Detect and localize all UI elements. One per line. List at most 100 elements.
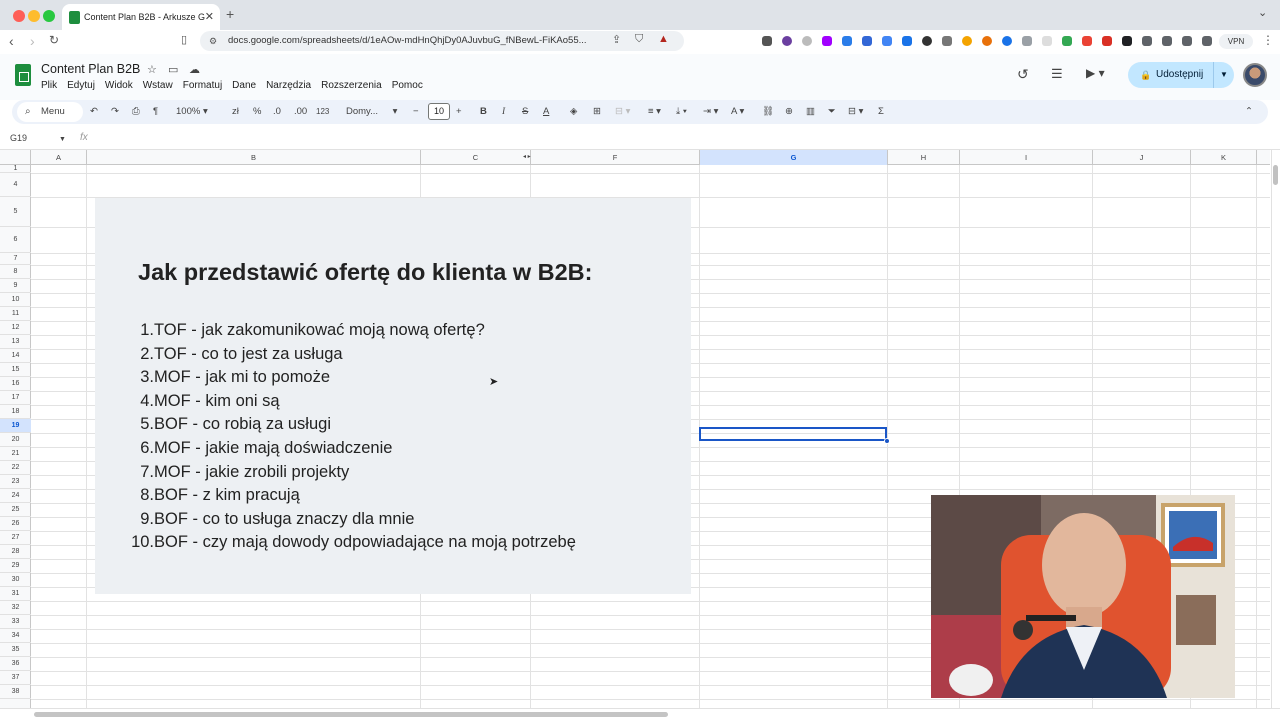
- row-header-23[interactable]: 23: [0, 475, 31, 489]
- extension-icon[interactable]: [1122, 36, 1132, 46]
- extension-icon[interactable]: [962, 36, 972, 46]
- extension-icon[interactable]: [802, 36, 812, 46]
- side-panel-icon[interactable]: [1182, 36, 1192, 46]
- menu-file[interactable]: Plik: [41, 80, 57, 91]
- vertical-align-icon[interactable]: ⤓ ▾: [676, 104, 687, 120]
- menu-tools[interactable]: Narzędzia: [266, 80, 311, 91]
- vertical-scrollbar[interactable]: [1271, 150, 1280, 710]
- row-header-21[interactable]: 21: [0, 447, 31, 461]
- decrease-decimal-button[interactable]: .0: [273, 104, 281, 120]
- row-header-36[interactable]: 36: [0, 657, 31, 671]
- font-select[interactable]: Domy... ▾: [346, 104, 397, 120]
- redo-icon[interactable]: ↷: [111, 104, 119, 120]
- browser-tab[interactable]: Content Plan B2B - Arkusze G ✕: [62, 4, 220, 30]
- zoom-select[interactable]: 100% ▾: [176, 104, 208, 120]
- sheets-logo-icon[interactable]: [15, 64, 31, 86]
- print-icon[interactable]: ⎙: [132, 104, 140, 120]
- row-header-14[interactable]: 14: [0, 349, 31, 363]
- vpn-button[interactable]: VPN: [1219, 34, 1253, 49]
- vertical-scroll-thumb[interactable]: [1273, 165, 1278, 185]
- extension-icon[interactable]: [822, 36, 832, 46]
- insert-comment-icon[interactable]: ⊕: [785, 104, 793, 120]
- extension-icon[interactable]: [1042, 36, 1052, 46]
- hidden-columns-arrows-icon[interactable]: ◂ ▸: [523, 150, 531, 165]
- collapse-toolbar-icon[interactable]: ⌃: [1245, 104, 1253, 120]
- bold-button[interactable]: B: [480, 104, 487, 120]
- row-header-4[interactable]: 4: [0, 173, 31, 197]
- italic-button[interactable]: I: [502, 104, 505, 120]
- text-wrap-icon[interactable]: ⇥ ▾: [703, 104, 718, 120]
- text-color-button[interactable]: A: [543, 104, 549, 120]
- extension-icon[interactable]: [1202, 36, 1212, 46]
- row-header-35[interactable]: 35: [0, 643, 31, 657]
- extension-icon[interactable]: [782, 36, 792, 46]
- history-icon[interactable]: ↺: [1017, 66, 1029, 83]
- new-tab-icon[interactable]: +: [226, 6, 234, 22]
- row-header-1[interactable]: 1: [0, 165, 31, 173]
- share-dropdown-icon[interactable]: ▼: [1213, 62, 1234, 88]
- row-header-32[interactable]: 32: [0, 601, 31, 615]
- extensions-puzzle-icon[interactable]: [1142, 36, 1152, 46]
- row-header-10[interactable]: 10: [0, 293, 31, 307]
- bookmark-icon[interactable]: ▯: [181, 33, 187, 46]
- row-header-11[interactable]: 11: [0, 307, 31, 321]
- row-header-33[interactable]: 33: [0, 615, 31, 629]
- avatar[interactable]: [1243, 63, 1267, 87]
- extension-icon[interactable]: [922, 36, 932, 46]
- row-header-38[interactable]: 38: [0, 685, 31, 699]
- row-header-27[interactable]: 27: [0, 531, 31, 545]
- column-header-j[interactable]: J: [1093, 150, 1191, 165]
- column-header-k[interactable]: K: [1191, 150, 1257, 165]
- horizontal-scroll-thumb[interactable]: [34, 712, 668, 717]
- maximize-window-button[interactable]: [43, 10, 55, 22]
- reload-icon[interactable]: ↻: [49, 33, 59, 47]
- menu-view[interactable]: Widok: [105, 80, 133, 91]
- column-header-g[interactable]: G: [700, 150, 888, 165]
- fill-color-icon[interactable]: ◈: [570, 104, 577, 120]
- insert-link-icon[interactable]: ⛓: [762, 104, 774, 120]
- menu-edit[interactable]: Edytuj: [67, 80, 95, 91]
- minimize-window-button[interactable]: [28, 10, 40, 22]
- extension-icon[interactable]: [982, 36, 992, 46]
- row-header-6[interactable]: 6: [0, 227, 31, 253]
- extension-icon[interactable]: [762, 36, 772, 46]
- number-format-button[interactable]: 123: [316, 104, 329, 120]
- extension-icon[interactable]: [1102, 36, 1112, 46]
- reading-list-icon[interactable]: [1162, 36, 1172, 46]
- extension-icon[interactable]: [902, 36, 912, 46]
- menu-help[interactable]: Pomoc: [392, 80, 423, 91]
- percent-format-button[interactable]: %: [253, 104, 261, 120]
- tab-menu-chevron-icon[interactable]: ⌄: [1258, 6, 1267, 19]
- document-title[interactable]: Content Plan B2B: [41, 62, 140, 76]
- row-header-37[interactable]: 37: [0, 671, 31, 685]
- row-header-16[interactable]: 16: [0, 377, 31, 391]
- font-size-increase-icon[interactable]: +: [456, 104, 462, 120]
- browser-menu-icon[interactable]: ⋮: [1262, 33, 1274, 47]
- menu-data[interactable]: Dane: [232, 80, 256, 91]
- name-box[interactable]: G19 ▼: [10, 133, 66, 143]
- column-header-a[interactable]: A: [31, 150, 87, 165]
- font-size-input[interactable]: 10: [428, 103, 450, 120]
- row-header-28[interactable]: 28: [0, 545, 31, 559]
- row-header-34[interactable]: 34: [0, 629, 31, 643]
- row-header-22[interactable]: 22: [0, 461, 31, 475]
- extension-icon[interactable]: [1062, 36, 1072, 46]
- column-header-b[interactable]: B: [87, 150, 421, 165]
- strikethrough-button[interactable]: S: [522, 104, 528, 120]
- row-header-17[interactable]: 17: [0, 391, 31, 405]
- undo-icon[interactable]: ↶: [90, 104, 98, 120]
- forward-icon[interactable]: ›: [30, 33, 35, 49]
- row-header-24[interactable]: 24: [0, 489, 31, 503]
- extension-icon[interactable]: [1022, 36, 1032, 46]
- row-header-7[interactable]: 7: [0, 253, 31, 265]
- column-header-f[interactable]: F: [531, 150, 700, 165]
- row-header-15[interactable]: 15: [0, 363, 31, 377]
- row-header-12[interactable]: 12: [0, 321, 31, 335]
- borders-icon[interactable]: ⊞: [593, 104, 601, 120]
- share-page-icon[interactable]: ⇪: [612, 33, 621, 46]
- filter-icon[interactable]: ⏷: [828, 104, 836, 120]
- comments-icon[interactable]: ☰: [1051, 66, 1063, 82]
- extension-icon[interactable]: [882, 36, 892, 46]
- row-header-29[interactable]: 29: [0, 559, 31, 573]
- merge-cells-icon[interactable]: ⊟ ▾: [615, 104, 630, 120]
